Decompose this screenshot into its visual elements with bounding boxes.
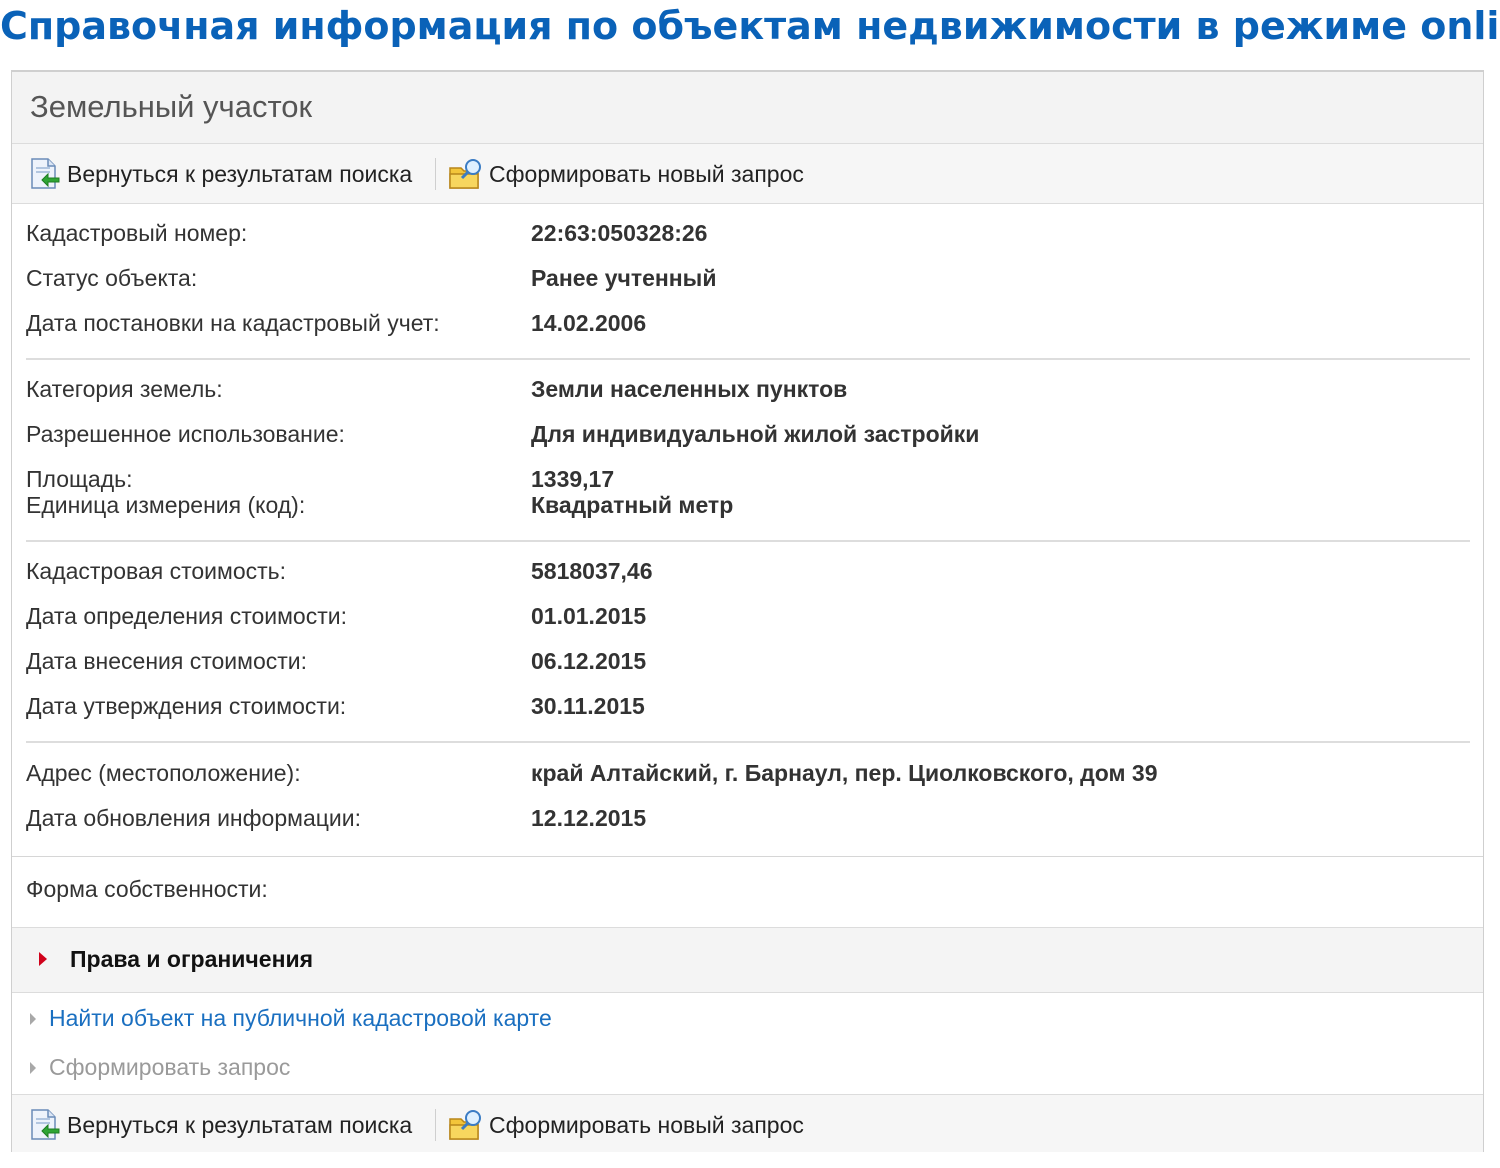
row-cadastral-value: Кадастровая стоимость: 5818037,46	[26, 558, 1470, 588]
cadastral-value-value: 5818037,46	[531, 558, 653, 584]
row-status: Статус объекта: Ранее учтенный	[26, 265, 1470, 295]
toolbar-bottom: Вернуться к результатам поиска Сформиров…	[12, 1094, 1483, 1152]
row-cadastral-number: Кадастровый номер: 22:63:050328:26	[26, 220, 1470, 250]
value-entry-date-value: 06.12.2015	[531, 648, 647, 674]
row-value-determination-date: Дата определения стоимости: 01.01.2015	[26, 603, 1470, 633]
rights-restrictions-label: Права и ограничения	[70, 946, 314, 972]
divider	[26, 358, 1470, 360]
address-label: Адрес (местоположение):	[26, 760, 301, 786]
back-to-results-button[interactable]: Вернуться к результатам поиска	[26, 156, 412, 192]
toolbar-separator	[435, 1109, 436, 1141]
toolbar-separator	[435, 158, 436, 190]
unit-label: Единица измерения (код):	[26, 492, 306, 518]
status-label: Статус объекта:	[26, 265, 198, 291]
divider	[26, 540, 1470, 542]
panel-header: Земельный участок	[12, 72, 1483, 144]
permitted-use-label: Разрешенное использование:	[26, 421, 345, 447]
registration-date-value: 14.02.2006	[531, 310, 647, 336]
row-land-category: Категория земель: Земли населенных пункт…	[26, 376, 1470, 406]
new-request-button[interactable]: Сформировать новый запрос	[448, 156, 804, 192]
address-value: край Алтайский, г. Барнаул, пер. Циолков…	[531, 760, 1158, 786]
link-arrow-icon	[30, 1013, 36, 1025]
page-heading: Справочная информация по объектам недвиж…	[0, 4, 1500, 48]
land-category-value: Земли населенных пунктов	[531, 376, 848, 402]
row-value-entry-date: Дата внесения стоимости: 06.12.2015	[26, 648, 1470, 678]
value-approval-date-value: 30.11.2015	[531, 693, 645, 719]
back-to-results-label: Вернуться к результатам поиска	[67, 1111, 413, 1138]
link-arrow-icon	[30, 1062, 36, 1074]
unit-value: Квадратный метр	[531, 492, 734, 518]
update-date-value: 12.12.2015	[531, 805, 647, 831]
update-date-label: Дата обновления информации:	[26, 805, 361, 831]
value-approval-date-label: Дата утверждения стоимости:	[26, 693, 347, 719]
ownership-label: Форма собственности:	[26, 876, 268, 902]
row-ownership: Форма собственности:	[26, 876, 1470, 906]
status-value: Ранее учтенный	[531, 265, 717, 291]
new-request-label: Сформировать новый запрос	[489, 160, 804, 187]
row-registration-date: Дата постановки на кадастровый учет: 14.…	[26, 310, 1470, 340]
back-to-results-button[interactable]: Вернуться к результатам поиска	[26, 1107, 412, 1143]
value-determination-date-value: 01.01.2015	[531, 603, 647, 629]
row-address: Адрес (местоположение): край Алтайский, …	[26, 760, 1470, 790]
back-to-results-label: Вернуться к результатам поиска	[67, 160, 413, 187]
row-permitted-use: Разрешенное использование: Для индивидуа…	[26, 421, 1470, 451]
cadastral-number-value: 22:63:050328:26	[531, 220, 708, 246]
area-value: 1339,17	[531, 466, 615, 492]
back-to-results-icon	[26, 156, 62, 192]
row-update-date: Дата обновления информации: 12.12.2015	[26, 805, 1470, 835]
value-determination-date-label: Дата определения стоимости:	[26, 603, 347, 629]
object-panel: Земельный участок Вернуться к результата…	[11, 70, 1484, 1152]
divider	[12, 856, 1483, 857]
cadastral-value-label: Кадастровая стоимость:	[26, 558, 287, 584]
make-request-link-row: Сформировать запрос	[30, 1052, 290, 1082]
row-unit: Единица измерения (код): Квадратный метр	[26, 492, 1470, 522]
cadastral-number-label: Кадастровый номер:	[26, 220, 248, 246]
expand-arrow-icon	[39, 952, 47, 966]
public-cadastral-map-link[interactable]: Найти объект на публичной кадастровой ка…	[49, 1005, 552, 1032]
registration-date-label: Дата постановки на кадастровый учет:	[26, 310, 440, 336]
panel-title: Земельный участок	[30, 89, 313, 124]
new-request-label: Сформировать новый запрос	[489, 1111, 804, 1138]
back-to-results-icon	[26, 1107, 62, 1143]
rights-restrictions-toggle[interactable]: Права и ограничения	[12, 927, 1483, 993]
toolbar-top: Вернуться к результатам поиска Сформиров…	[12, 144, 1483, 204]
permitted-use-value: Для индивидуальной жилой застройки	[531, 421, 980, 447]
new-request-icon	[448, 156, 484, 192]
public-map-link-row: Найти объект на публичной кадастровой ка…	[30, 1003, 552, 1033]
row-value-approval-date: Дата утверждения стоимости: 30.11.2015	[26, 693, 1470, 723]
new-request-button[interactable]: Сформировать новый запрос	[448, 1107, 804, 1143]
make-request-link[interactable]: Сформировать запрос	[49, 1054, 290, 1081]
value-entry-date-label: Дата внесения стоимости:	[26, 648, 308, 674]
new-request-icon	[448, 1107, 484, 1143]
divider	[26, 741, 1470, 743]
area-label: Площадь:	[26, 466, 133, 492]
land-category-label: Категория земель:	[26, 376, 223, 402]
